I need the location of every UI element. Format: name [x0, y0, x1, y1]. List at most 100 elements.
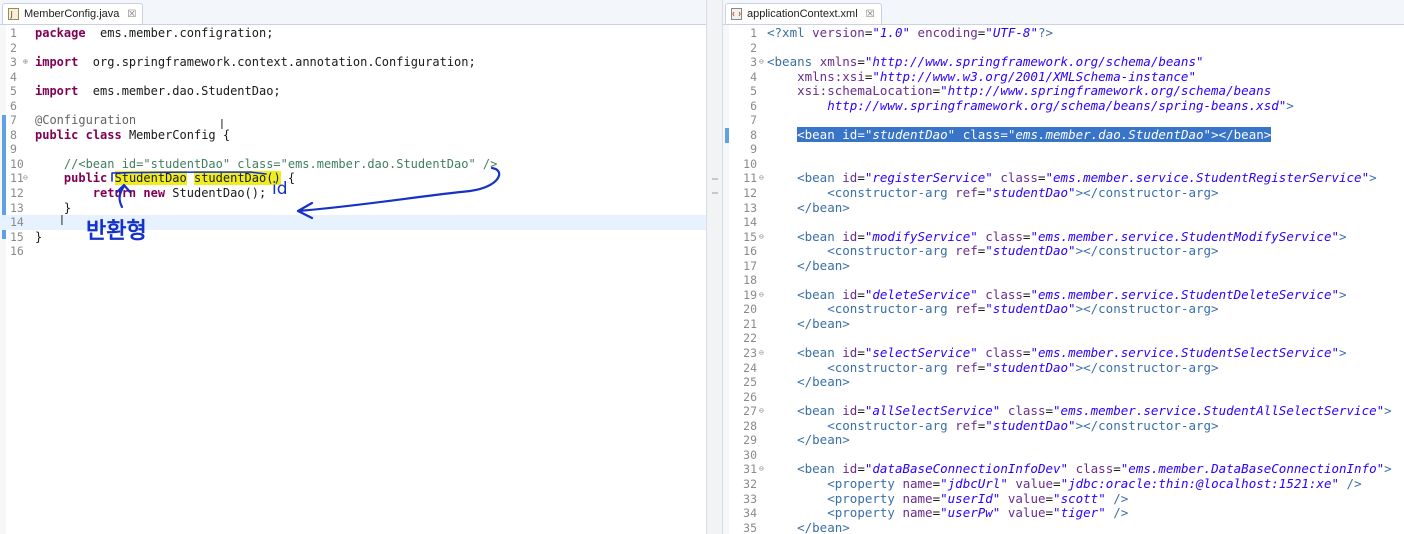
- xml-code-line[interactable]: 4 xmlns:xsi="http://www.w3.org/2001/XMLS…: [723, 69, 1404, 85]
- xml-code-line[interactable]: 16 <constructor-arg ref="studentDao"></c…: [723, 243, 1404, 259]
- xml-code-line[interactable]: 11 ⊖ <bean id="registerService" class="em…: [723, 171, 1404, 186]
- token: </bean>: [797, 374, 850, 390]
- tab-applicationcontext-xml[interactable]: applicationContext.xml ☒: [725, 3, 882, 24]
- xml-code-line[interactable]: 7: [723, 113, 1404, 128]
- code-text: public class MemberConfig {: [35, 128, 230, 143]
- xml-editor-pane[interactable]: applicationContext.xml ☒ 1 <?xml version=…: [723, 0, 1404, 534]
- editor-split-divider[interactable]: [706, 0, 723, 534]
- java-code-line[interactable]: 9: [0, 142, 706, 157]
- xml-code-line[interactable]: 8 <bean id="studentDao" class="ems.membe…: [723, 126, 1404, 143]
- xml-code-line[interactable]: 33 <property name="userId" value="scott"…: [723, 491, 1404, 507]
- xml-code-line[interactable]: 31 ⊖ <bean id="dataBaseConnectionInfoDev"…: [723, 462, 1404, 477]
- xml-code-line[interactable]: 35 </bean>: [723, 520, 1404, 534]
- token: <bean: [797, 286, 843, 302]
- xml-code-line[interactable]: 27 ⊖ <bean id="allSelectService" class="e…: [723, 403, 1404, 419]
- fold-toggle-icon[interactable]: ⊖: [759, 171, 764, 186]
- token: "ems.member.dao.StudentDao": [1007, 126, 1212, 142]
- xml-code-line[interactable]: 12 <constructor-arg ref="studentDao"></c…: [723, 185, 1404, 201]
- token: name: [902, 505, 933, 521]
- xml-code-line[interactable]: 15 ⊖ <bean id="modifyService" class="ems.…: [723, 229, 1404, 245]
- fold-toggle-icon[interactable]: ⊖: [759, 462, 764, 477]
- token: "registerService": [864, 170, 993, 186]
- java-code-line[interactable]: 13 }: [0, 201, 706, 216]
- xml-code-line[interactable]: 1 <?xml version="1.0" encoding="UTF-8"?>: [723, 25, 1404, 41]
- xml-code-line[interactable]: 14: [723, 215, 1404, 230]
- token: <constructor-arg: [827, 185, 956, 201]
- close-tab-icon[interactable]: ☒: [866, 9, 875, 20]
- xml-code-area[interactable]: 1 <?xml version="1.0" encoding="UTF-8"?> 2…: [723, 25, 1404, 534]
- java-code-line[interactable]: 12 return new StudentDao();: [0, 186, 706, 201]
- java-code-line[interactable]: 15}: [0, 230, 706, 245]
- xml-code-line[interactable]: 10: [723, 157, 1404, 172]
- xml-code-line[interactable]: 24 <constructor-arg ref="studentDao"></c…: [723, 360, 1404, 376]
- xml-code-line[interactable]: 20 <constructor-arg ref="studentDao"></c…: [723, 302, 1404, 317]
- java-code-line[interactable]: 1 package ems.member.configration;: [0, 26, 706, 41]
- xml-code-line[interactable]: 34 <property name="userPw" value="tiger"…: [723, 505, 1404, 521]
- xml-code-line[interactable]: 29 </bean>: [723, 433, 1404, 448]
- fold-toggle-icon[interactable]: ⊖: [759, 288, 764, 303]
- xml-code-line[interactable]: 25 </bean>: [723, 374, 1404, 390]
- line-number: 18: [743, 273, 757, 288]
- java-code-line[interactable]: 16: [0, 244, 706, 259]
- fold-toggle-icon[interactable]: ⊖: [23, 171, 28, 186]
- xml-code-line[interactable]: 32 <property name="jdbcUrl" value="jdbc:…: [723, 475, 1404, 492]
- fold-toggle-icon[interactable]: ⊖: [759, 230, 764, 245]
- tab-memberconfig-java[interactable]: J MemberConfig.java ☒: [2, 3, 144, 24]
- java-code-line[interactable]: 7 @Configuration: [0, 113, 706, 128]
- token: <property: [827, 475, 903, 491]
- java-code-line[interactable]: 10 //<bean id="studentDao" class="ems.me…: [0, 157, 706, 172]
- xml-code-line[interactable]: 13 </bean>: [723, 200, 1404, 216]
- java-editor-pane[interactable]: J MemberConfig.java ☒ 1 package ems.membe…: [0, 0, 706, 534]
- token: />: [1346, 475, 1362, 491]
- xml-code-line[interactable]: 5 xsi:schemaLocation="http://www.springf…: [723, 83, 1404, 99]
- token: ref: [955, 185, 978, 201]
- xml-code-line[interactable]: 19 ⊖ <bean id="deleteService" class="ems.…: [723, 286, 1404, 303]
- xml-code-line[interactable]: 26: [723, 390, 1404, 405]
- tab-title: applicationContext.xml: [747, 8, 858, 20]
- fold-toggle-icon[interactable]: ⊖: [759, 55, 764, 70]
- fold-toggle-icon[interactable]: ⊖: [759, 404, 764, 419]
- line-number: 28: [743, 418, 757, 433]
- xml-code-line[interactable]: 9: [723, 142, 1404, 157]
- fold-toggle-icon[interactable]: ⊖: [759, 346, 764, 361]
- line-number: 21: [743, 316, 757, 331]
- java-code-line[interactable]: 4: [0, 70, 706, 85]
- xml-code-line[interactable]: 2: [723, 41, 1404, 56]
- xml-code-line[interactable]: 22: [723, 331, 1404, 346]
- token: class: [985, 286, 1023, 302]
- java-code-line[interactable]: 11 ⊖ public StudentDao studentDao() {: [0, 171, 706, 186]
- token: =: [1045, 403, 1054, 419]
- token: =: [1000, 126, 1008, 142]
- java-code-line[interactable]: 5 import ems.member.dao.StudentDao;: [0, 84, 706, 99]
- java-code-line[interactable]: 8 public class MemberConfig {: [0, 128, 706, 143]
- line-number: 15: [10, 229, 24, 244]
- xml-code-line[interactable]: 18: [723, 273, 1404, 288]
- token: StudentDao();: [165, 186, 267, 201]
- java-code-line[interactable]: 14: [0, 215, 706, 230]
- xml-code-line[interactable]: 28 <constructor-arg ref="studentDao"></c…: [723, 418, 1404, 434]
- xml-code-line[interactable]: 23 ⊖ <bean id="selectService" class="ems.…: [723, 345, 1404, 361]
- fold-toggle-icon[interactable]: ⊕: [23, 55, 28, 70]
- java-code-line[interactable]: 3 ⊕ import org.springframework.context.ann…: [0, 55, 706, 70]
- line-number: 9: [10, 142, 17, 157]
- code-text: <bean id="studentDao" class="ems.member.…: [767, 126, 1272, 143]
- close-tab-icon[interactable]: ☒: [127, 9, 136, 20]
- xml-code-line[interactable]: 30: [723, 448, 1404, 463]
- token: class: [1000, 170, 1038, 186]
- line-number: 26: [743, 389, 757, 404]
- token: class: [1007, 403, 1046, 419]
- line-number: 22: [743, 331, 757, 346]
- xml-code-line[interactable]: 21 </bean>: [723, 316, 1404, 332]
- java-code-area[interactable]: 1 package ems.member.configration; 2 3 ⊕ impo…: [0, 26, 706, 259]
- java-code-line[interactable]: 6: [0, 99, 706, 114]
- java-code-line[interactable]: 2: [0, 41, 706, 56]
- xml-code-line[interactable]: 17 </bean>: [723, 258, 1404, 274]
- token: }: [35, 229, 43, 244]
- xml-code-line[interactable]: 3 ⊖ <beans xmlns="http://www.springframewo…: [723, 54, 1404, 70]
- xml-code-line[interactable]: 6 http://www.springframework.org/schema/…: [723, 98, 1404, 114]
